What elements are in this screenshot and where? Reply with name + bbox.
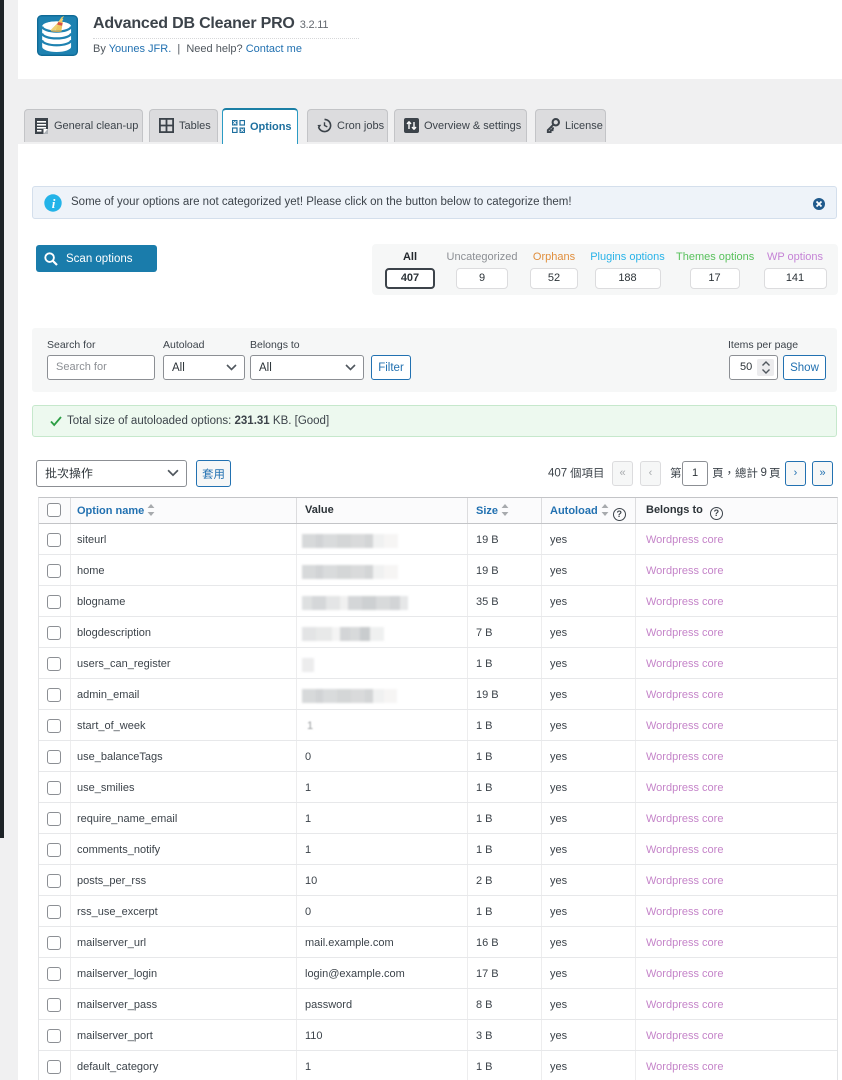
svg-text:i: i <box>52 196 56 211</box>
